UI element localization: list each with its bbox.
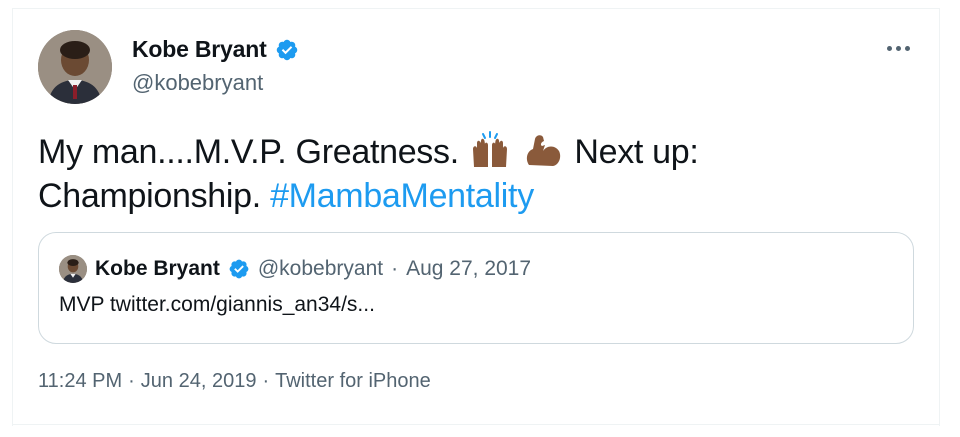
author-name-row: Kobe Bryant (132, 36, 299, 63)
author-handle[interactable]: @kobebryant (132, 70, 263, 96)
verified-badge-icon (228, 258, 250, 280)
more-options-icon (886, 45, 892, 51)
quote-body: MVP twitter.com/giannis_an34/s... (59, 293, 375, 316)
quote-header: Kobe Bryant @kobebryant · Aug 27, 2017 (59, 255, 531, 283)
flexed-biceps-emoji-icon (523, 131, 563, 169)
more-options-button[interactable] (880, 36, 916, 60)
avatar[interactable] (38, 30, 112, 104)
tweet-date[interactable]: Jun 24, 2019 (141, 370, 257, 393)
quote-date: Aug 27, 2017 (406, 257, 532, 280)
child-portrait-icon (38, 30, 112, 104)
hashtag-link[interactable]: #MambaMentality (270, 177, 534, 215)
child-portrait-icon (59, 255, 87, 283)
tweet-text-part2: Next up: (574, 133, 699, 171)
tweet-source[interactable]: Twitter for iPhone (275, 370, 431, 393)
tweet-time[interactable]: 11:24 PM (38, 370, 122, 393)
tweet-text-part1: My man....M.V.P. Greatness. (38, 133, 459, 171)
tweet-text: My man....M.V.P. Greatness. Next up: Cha… (38, 130, 898, 218)
raising-hands-emoji-icon (470, 131, 510, 169)
quoted-tweet[interactable]: Kobe Bryant @kobebryant · Aug 27, 2017 M… (38, 232, 914, 344)
separator: · (128, 370, 135, 392)
quote-author-handle: @kobebryant (257, 257, 384, 280)
more-options-dot (895, 45, 901, 51)
divider (12, 424, 940, 425)
tweet-meta: 11:24 PM · Jun 24, 2019 · Twitter for iP… (38, 370, 431, 393)
tweet-text-line2: Championship. (38, 177, 261, 215)
separator: · (262, 370, 270, 392)
quote-author-name: Kobe Bryant (95, 257, 220, 280)
author-name[interactable]: Kobe Bryant (132, 36, 267, 63)
quote-avatar[interactable] (59, 255, 87, 283)
verified-badge-icon (275, 38, 299, 62)
more-options-dot (904, 45, 910, 51)
separator: · (391, 257, 399, 280)
